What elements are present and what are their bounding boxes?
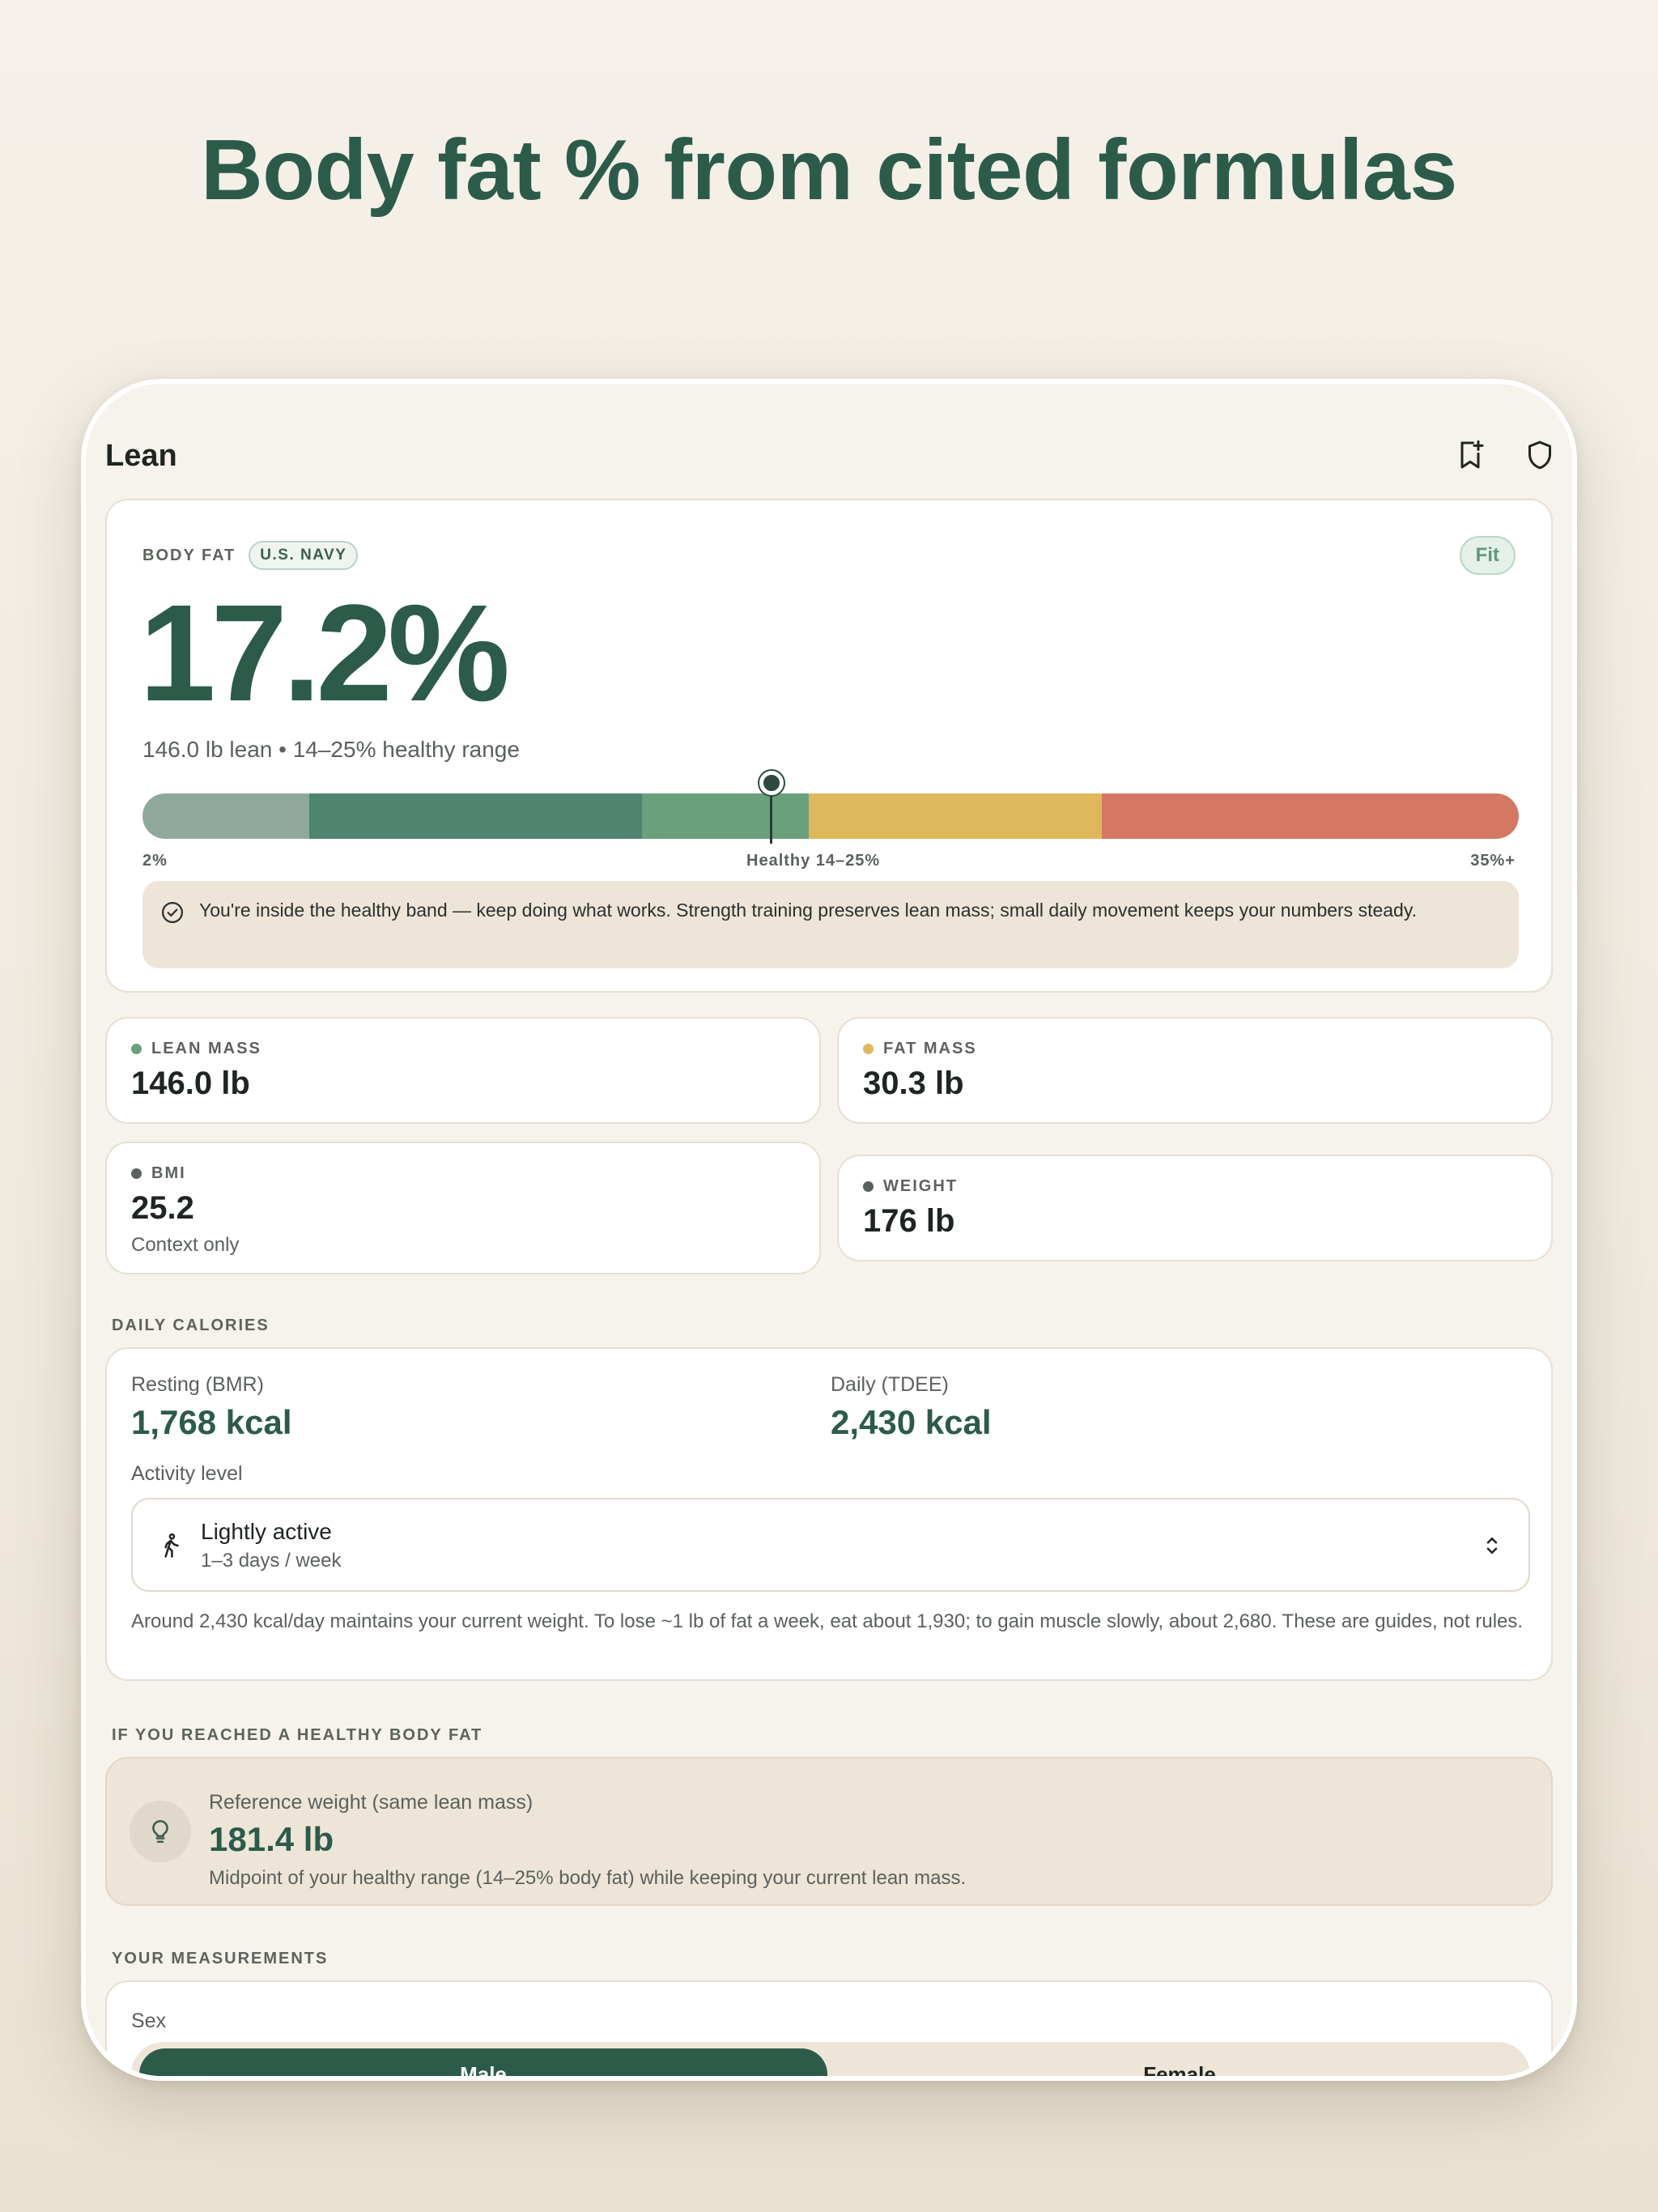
body-fat-value: 17.2% (139, 576, 510, 730)
healthy-body-fat-heading: IF YOU REACHED A HEALTHY BODY FAT (112, 1726, 483, 1744)
shield-icon[interactable] (1522, 437, 1558, 473)
scale-segment-average (808, 793, 1102, 839)
marketing-headline: Body fat % from cited formulas (201, 122, 1457, 218)
check-circle-icon (162, 902, 183, 923)
activity-level-label: Activity level (131, 1462, 243, 1485)
daily-calories-heading: DAILY CALORIES (112, 1317, 270, 1334)
bmi-label: BMI (151, 1164, 186, 1182)
body-fat-scale (142, 793, 1519, 839)
sex-option-female[interactable]: Female (835, 2048, 1524, 2076)
healthy-note-text: You're inside the healthy band — keep do… (199, 900, 1418, 921)
weight-dot (863, 1181, 874, 1192)
lean-mass-label: LEAN MASS (151, 1040, 261, 1057)
fat-mass-value: 30.3 lb (863, 1066, 964, 1101)
activity-level-value: Lightly active (201, 1519, 332, 1544)
weight-value: 176 lb (863, 1203, 955, 1239)
bmi-value: 25.2 (131, 1190, 194, 1226)
lean-mass-value: 146.0 lb (131, 1066, 250, 1101)
app-screen: Lean BODY FAT U.S. NAVY Fit 17.2% 146.0 … (86, 384, 1572, 2076)
bmi-card: BMI 25.2 Context only (105, 1142, 821, 1274)
fat-mass-label: FAT MASS (883, 1040, 977, 1057)
scale-segment-athletic (308, 793, 643, 839)
healthy-note: You're inside the healthy band — keep do… (142, 881, 1519, 968)
scale-segment-high (1101, 793, 1519, 839)
body-fat-card: BODY FAT U.S. NAVY Fit 17.2% 146.0 lb le… (105, 499, 1553, 993)
bmr-label: Resting (BMR) (131, 1373, 264, 1396)
daily-calories-card: Resting (BMR) 1,768 kcal Daily (TDEE) 2,… (105, 1347, 1553, 1681)
bmr-value: 1,768 kcal (131, 1403, 292, 1441)
body-fat-label: BODY FAT (142, 546, 236, 564)
lightbulb-icon (130, 1801, 191, 1862)
lean-mass-dot (131, 1044, 142, 1054)
reference-weight-label: Reference weight (same lean mass) (209, 1791, 534, 1814)
tdee-value: 2,430 kcal (831, 1403, 992, 1441)
fat-mass-dot (863, 1044, 874, 1054)
measurements-card: Sex Male Female (105, 1980, 1553, 2076)
scale-min-label: 2% (142, 852, 168, 870)
body-fat-summary: 146.0 lb lean • 14–25% healthy range (142, 737, 520, 762)
chevron-up-down-icon (1486, 1538, 1498, 1554)
scale-healthy-label: Healthy 14–25% (746, 852, 881, 870)
scale-max-label: 35%+ (1470, 852, 1516, 870)
method-badge: U.S. NAVY (249, 541, 359, 570)
reference-weight-card: Reference weight (same lean mass) 181.4 … (105, 1757, 1553, 1906)
bookmark-add-icon[interactable] (1452, 437, 1488, 473)
walking-icon (164, 1533, 179, 1558)
category-badge: Fit (1459, 536, 1516, 575)
activity-level-select[interactable]: Lightly active 1–3 days / week (131, 1498, 1530, 1592)
scale-segment-fit (642, 793, 809, 839)
calories-description: Around 2,430 kcal/day maintains your cur… (131, 1610, 1524, 1632)
measurements-heading: YOUR MEASUREMENTS (112, 1950, 329, 1967)
fat-mass-card: FAT MASS 30.3 lb (837, 1017, 1553, 1124)
tdee-label: Daily (TDEE) (831, 1373, 949, 1396)
scale-segment-essential (142, 793, 309, 839)
scale-marker (759, 771, 784, 795)
bmi-context: Context only (131, 1234, 240, 1256)
lean-mass-card: LEAN MASS 146.0 lb (105, 1017, 821, 1124)
bmi-dot (131, 1168, 142, 1179)
weight-card: WEIGHT 176 lb (837, 1155, 1553, 1261)
reference-weight-description: Midpoint of your healthy range (14–25% b… (209, 1867, 967, 1889)
weight-label: WEIGHT (883, 1177, 958, 1195)
app-title: Lean (105, 439, 177, 473)
sex-option-male[interactable]: Male (139, 2048, 827, 2076)
sex-segmented-control: Male Female (131, 2042, 1530, 2076)
activity-level-detail: 1–3 days / week (201, 1550, 342, 1572)
sex-label: Sex (131, 2010, 167, 2032)
reference-weight-value: 181.4 lb (209, 1820, 334, 1858)
